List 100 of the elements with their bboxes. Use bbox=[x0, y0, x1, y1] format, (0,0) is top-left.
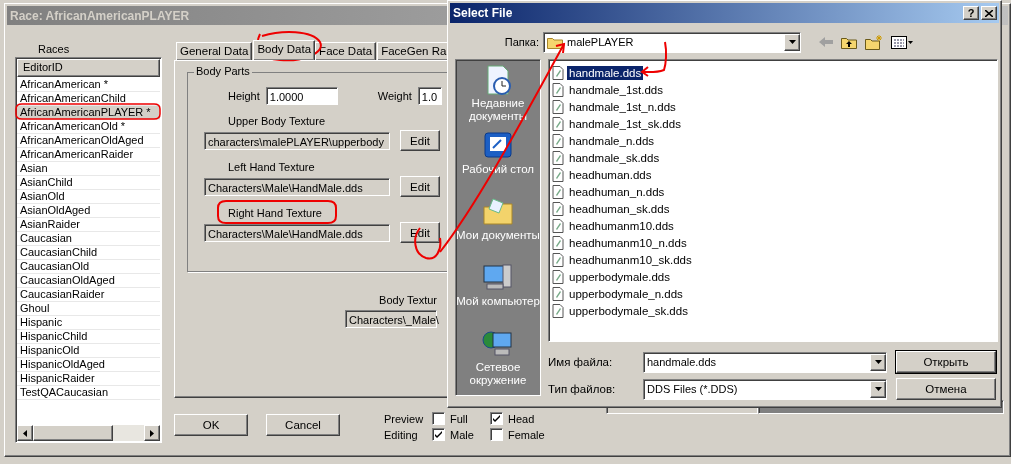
field-label: Body Textur bbox=[379, 294, 437, 306]
document-icon bbox=[552, 201, 564, 216]
file-item[interactable]: headhuman.dds bbox=[567, 167, 654, 182]
list-item[interactable]: AsianRaider bbox=[17, 218, 160, 232]
list-item[interactable]: CaucasianOld bbox=[17, 260, 160, 274]
file-item[interactable]: upperbodymale_n.dds bbox=[567, 286, 685, 301]
folder-up-icon[interactable] bbox=[841, 35, 857, 49]
checkbox[interactable] bbox=[432, 428, 445, 441]
file-item[interactable]: handmale_1st.dds bbox=[567, 82, 665, 97]
option-label: Preview bbox=[384, 412, 425, 425]
document-icon bbox=[552, 65, 564, 80]
list-item[interactable]: HispanicOldAged bbox=[17, 358, 160, 372]
window-title: Race: AfricanAmericanPLAYER bbox=[10, 8, 190, 23]
texture-path-field[interactable]: Characters\_Male\ bbox=[345, 310, 437, 328]
checkbox-label: Full bbox=[450, 412, 468, 425]
tab[interactable]: Body Data bbox=[253, 40, 316, 60]
edit-button[interactable]: Edit bbox=[400, 130, 440, 151]
file-item[interactable]: handmale_sk.dds bbox=[567, 150, 662, 165]
list-item[interactable]: CaucasianChild bbox=[17, 246, 160, 260]
column-header[interactable]: EditorID bbox=[17, 59, 160, 77]
list-item[interactable]: AfricanAmericanOld * bbox=[17, 120, 160, 134]
folder-dropdown[interactable]: malePLAYER bbox=[543, 31, 801, 53]
list-item[interactable]: AsianOld bbox=[17, 190, 160, 204]
document-icon bbox=[552, 167, 564, 182]
file-item[interactable]: headhumanm10.dds bbox=[567, 218, 676, 233]
list-item[interactable]: TestQACaucasian bbox=[17, 386, 160, 400]
list-item[interactable]: AfricanAmericanOldAged bbox=[17, 134, 160, 148]
field-label: Left Hand Texture bbox=[228, 161, 315, 173]
list-item[interactable]: CaucasianRaider bbox=[17, 288, 160, 302]
group-title: Body Parts bbox=[194, 65, 252, 77]
texture-path-field[interactable]: Characters\Male\HandMale.dds bbox=[204, 177, 390, 196]
field-label: Имя файла: bbox=[548, 356, 614, 368]
list-caption: Races bbox=[38, 43, 70, 56]
list-item[interactable]: Hispanic bbox=[17, 316, 160, 330]
weight-field[interactable]: 1.0 bbox=[417, 87, 442, 105]
document-icon bbox=[552, 303, 564, 318]
dropdown-arrow-icon bbox=[874, 360, 882, 364]
tab[interactable]: General Data bbox=[176, 42, 253, 60]
list-item[interactable]: AfricanAmericanRaider bbox=[17, 148, 160, 162]
list-item[interactable]: HispanicChild bbox=[17, 330, 160, 344]
file-name-field[interactable]: handmale.dds bbox=[643, 351, 887, 373]
dropdown-arrow-icon bbox=[874, 387, 882, 391]
file-item[interactable]: handmale_1st_sk.dds bbox=[567, 116, 683, 131]
document-icon bbox=[552, 116, 564, 131]
checkbox-label: Female bbox=[508, 428, 545, 441]
document-icon bbox=[552, 252, 564, 267]
help-button[interactable]: ? bbox=[963, 6, 979, 20]
file-item[interactable]: upperbodymale.dds bbox=[567, 269, 672, 284]
new-folder-icon[interactable] bbox=[865, 34, 883, 50]
list-item[interactable]: Caucasian bbox=[17, 232, 160, 246]
texture-path-field[interactable]: characters\malePLAYER\upperbody bbox=[204, 131, 390, 150]
edit-button[interactable]: Edit bbox=[400, 176, 440, 197]
list-item[interactable]: HispanicOld bbox=[17, 344, 160, 358]
height-field[interactable]: 1.0000 bbox=[265, 87, 338, 105]
list-item[interactable]: Asian bbox=[17, 162, 160, 176]
tab[interactable]: Face Data bbox=[315, 42, 377, 60]
cancel-button[interactable]: Отмена bbox=[896, 378, 996, 400]
list-item[interactable]: CaucasianOldAged bbox=[17, 274, 160, 288]
dialog-title: Select File bbox=[453, 6, 513, 20]
dialog-button[interactable]: OK bbox=[174, 414, 248, 436]
list-item[interactable]: AsianOldAged bbox=[17, 204, 160, 218]
field-label: Weight bbox=[377, 90, 412, 102]
file-item[interactable]: headhumanm10_n.dds bbox=[567, 235, 689, 250]
list-item[interactable]: AfricanAmerican * bbox=[17, 78, 160, 92]
list-item[interactable]: HispanicRaider bbox=[17, 372, 160, 386]
file-item[interactable]: headhuman_n.dds bbox=[567, 184, 667, 199]
file-item[interactable]: handmale.dds bbox=[567, 65, 644, 80]
right-arrow-icon bbox=[150, 429, 154, 437]
checkmark-icon bbox=[493, 415, 500, 422]
view-menu-icon[interactable] bbox=[891, 35, 913, 49]
file-item[interactable]: handmale_n.dds bbox=[567, 133, 657, 148]
texture-path-field[interactable]: Characters\Male\HandMale.dds bbox=[204, 223, 390, 242]
file-item[interactable]: headhumanm10_sk.dds bbox=[567, 252, 694, 267]
document-icon bbox=[552, 269, 564, 284]
close-button[interactable] bbox=[981, 6, 997, 20]
scroll-right-button[interactable] bbox=[144, 425, 160, 441]
file-type-dropdown[interactable]: DDS Files (*.DDS) bbox=[643, 378, 887, 400]
field-label: Right Hand Texture bbox=[228, 207, 322, 219]
field-label: Папка: bbox=[503, 36, 540, 48]
scroll-left-button[interactable] bbox=[17, 425, 33, 441]
place-item[interactable]: Сетевое окружение bbox=[456, 327, 540, 393]
file-item[interactable]: handmale_1st_n.dds bbox=[567, 99, 678, 114]
dialog-button[interactable]: Cancel bbox=[266, 414, 340, 436]
checkbox[interactable] bbox=[490, 428, 503, 441]
place-item[interactable]: Мои документы bbox=[456, 195, 540, 261]
option-label: Editing bbox=[384, 428, 419, 441]
document-icon bbox=[552, 218, 564, 233]
list-item[interactable]: Ghoul bbox=[17, 302, 160, 316]
open-button[interactable]: Открыть bbox=[896, 351, 996, 373]
file-item[interactable]: headhuman_sk.dds bbox=[567, 201, 672, 216]
list-item[interactable]: AsianChild bbox=[17, 176, 160, 190]
field-label: Тип файлов: bbox=[548, 383, 617, 395]
file-item[interactable]: upperbodymale_sk.dds bbox=[567, 303, 690, 318]
document-icon bbox=[552, 150, 564, 165]
checkbox[interactable] bbox=[432, 412, 445, 425]
checkbox[interactable] bbox=[490, 412, 503, 425]
place-item[interactable]: Мой компьютер bbox=[456, 261, 540, 327]
document-icon bbox=[552, 99, 564, 114]
scroll-thumb[interactable] bbox=[33, 425, 113, 441]
field-label: Height bbox=[228, 90, 260, 102]
